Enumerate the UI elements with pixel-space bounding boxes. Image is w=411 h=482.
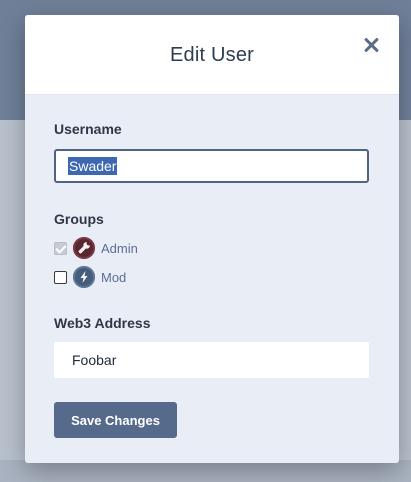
background-footer-strip — [0, 460, 411, 482]
save-changes-button[interactable]: Save Changes — [54, 402, 177, 438]
groups-label: Groups — [54, 211, 104, 227]
modal-title: Edit User — [169, 44, 255, 66]
edit-user-modal: Edit User Username Swader Groups Admin M… — [25, 15, 399, 463]
lightning-icon — [73, 266, 95, 288]
username-input-value: Swader — [68, 157, 118, 175]
group-row-mod: Mod — [54, 265, 126, 289]
wrench-icon — [73, 237, 95, 259]
username-label: Username — [54, 121, 122, 137]
close-button[interactable] — [363, 37, 379, 53]
mod-label: Mod — [101, 269, 127, 285]
web3-address-input[interactable]: Foobar — [54, 342, 369, 378]
mod-checkbox[interactable] — [54, 270, 67, 284]
username-input[interactable]: Swader — [54, 149, 369, 183]
web3-address-label: Web3 Address — [54, 315, 151, 331]
modal-header: Edit User — [25, 15, 399, 95]
admin-checkbox[interactable] — [54, 241, 67, 255]
admin-label: Admin — [101, 240, 138, 256]
web3-address-value: Foobar — [72, 352, 117, 368]
group-row-admin: Admin — [54, 236, 138, 260]
